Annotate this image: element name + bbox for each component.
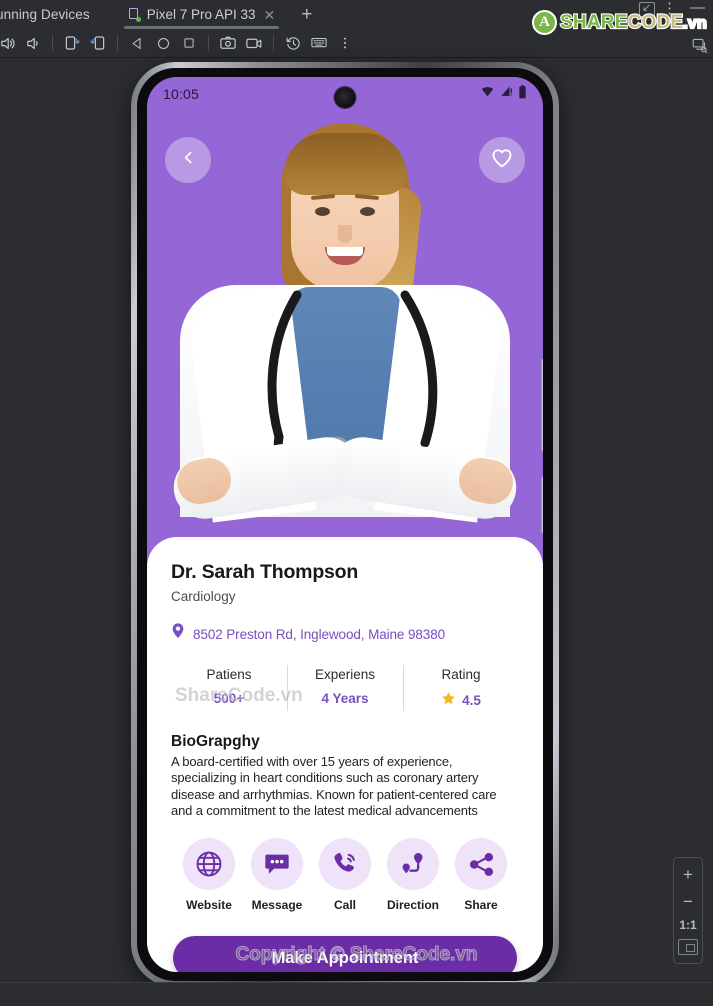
home-nav-icon[interactable] (150, 30, 176, 56)
close-icon[interactable]: ✕ (262, 8, 278, 22)
snapshot-icon[interactable] (691, 36, 709, 59)
tab-label: Pixel 7 Pro API 33 (146, 7, 256, 22)
stat-label: Patiens (206, 667, 252, 682)
stat-experience: Experiens 4 Years (287, 661, 403, 715)
more-options-button[interactable]: ⋮ (662, 0, 677, 17)
actual-size-button[interactable]: 1:1 (679, 918, 696, 932)
minimize-icon: — (690, 0, 705, 16)
action-label: Website (186, 898, 232, 912)
back-button[interactable] (165, 137, 211, 183)
emulator-toolbar (0, 29, 713, 58)
status-system-icons (480, 84, 527, 104)
address-row[interactable]: 8502 Preston Rd, Inglewood, Maine 98380 (171, 623, 519, 645)
quick-actions-row: Website Message Call Direction Share (171, 838, 519, 912)
record-icon[interactable] (241, 30, 267, 56)
tab-pixel-7-pro-api-33[interactable]: Pixel 7 Pro API 33 ✕ (117, 0, 286, 29)
stat-label: Rating (441, 667, 481, 682)
overview-nav-icon[interactable] (176, 30, 202, 56)
back-nav-icon[interactable] (124, 30, 150, 56)
emulator-window: unning Devices Pixel 7 Pro API 33 ✕ + ⋮ … (0, 0, 713, 1006)
collapse-icon (639, 1, 655, 17)
biography-text: A board-certified with over 15 years of … (171, 754, 497, 818)
message-bubble-icon (251, 838, 303, 890)
hero-background (147, 77, 543, 524)
volume-down-icon[interactable] (20, 30, 46, 56)
stat-label: Experiens (314, 667, 376, 682)
tab-strip: unning Devices Pixel 7 Pro API 33 ✕ + (0, 0, 713, 29)
minimize-window-button[interactable]: — (690, 0, 705, 16)
new-tab-icon[interactable]: + (301, 5, 312, 24)
stat-patients: Patiens 500+ (171, 661, 287, 715)
phone-call-icon (319, 838, 371, 890)
action-label: Call (333, 898, 356, 912)
biography-title: BioGrapghy (171, 733, 260, 750)
screenshot-icon[interactable] (215, 30, 241, 56)
action-message[interactable]: Message (243, 838, 311, 912)
action-call[interactable]: Call (311, 838, 379, 912)
stats-row: Patiens 500+ Experiens 4 Years Rating 4.… (171, 661, 519, 719)
rotate-right-icon[interactable] (85, 30, 111, 56)
make-appointment-button[interactable]: Make Appointment (173, 936, 517, 972)
back-chevron-icon (180, 149, 197, 171)
camera-punch-hole (334, 87, 356, 108)
rotate-left-icon[interactable] (59, 30, 85, 56)
page-title: Dr. Sarah Thompson (171, 561, 359, 583)
star-icon (441, 691, 456, 709)
action-label: Direction (386, 898, 439, 912)
address-text: 8502 Preston Rd, Inglewood, Maine 98380 (193, 626, 446, 642)
stat-value: 500+ (213, 691, 245, 706)
more-icon[interactable] (332, 30, 358, 56)
kebab-menu-icon: ⋮ (662, 0, 677, 17)
volume-up-icon[interactable] (0, 30, 20, 56)
action-website[interactable]: Website (175, 838, 243, 912)
fit-to-screen-icon[interactable] (678, 939, 698, 955)
history-icon[interactable] (280, 30, 306, 56)
directions-route-icon (387, 838, 439, 890)
device-screen-icon (128, 7, 141, 22)
device-frame: 10:05 Dr. Sarah Thompson Cardiology 8502… (131, 62, 559, 987)
rating-value: 4.5 (462, 692, 481, 708)
toolbar-divider (208, 35, 209, 51)
action-label: Share (464, 898, 498, 912)
action-direction[interactable]: Direction (379, 838, 447, 912)
bottom-status-bar (0, 982, 713, 1006)
doctor-detail-card: Dr. Sarah Thompson Cardiology 8502 Prest… (147, 537, 543, 972)
favorite-button[interactable] (479, 137, 525, 183)
toolbar-divider (117, 35, 118, 51)
battery-icon (518, 84, 527, 104)
cellular-alert-icon (499, 85, 514, 103)
wifi-icon (480, 85, 495, 103)
device-screen[interactable]: 10:05 Dr. Sarah Thompson Cardiology 8502… (147, 77, 543, 972)
globe-www-icon (183, 838, 235, 890)
heart-icon (491, 148, 513, 173)
keyboard-icon[interactable] (306, 30, 332, 56)
zoom-out-button[interactable]: − (676, 891, 700, 911)
doctor-portrait (147, 117, 543, 524)
device-bezel: 10:05 Dr. Sarah Thompson Cardiology 8502… (137, 68, 553, 981)
stat-value: 4 Years (321, 691, 369, 706)
stat-value-wrap: 4.5 (403, 691, 519, 709)
toolbar-divider (273, 35, 274, 51)
doctor-specialty: Cardiology (171, 589, 236, 604)
collapse-window-button[interactable] (639, 1, 655, 17)
stat-rating: Rating 4.5 (403, 661, 519, 715)
status-clock: 10:05 (163, 86, 200, 102)
toolbar-divider (52, 35, 53, 51)
location-pin-icon (171, 623, 185, 645)
share-nodes-icon (455, 838, 507, 890)
power-side-button[interactable] (541, 477, 543, 533)
panel-title: unning Devices (0, 7, 90, 22)
action-share[interactable]: Share (447, 838, 515, 912)
zoom-controls: + − 1:1 (673, 857, 703, 964)
zoom-in-button[interactable]: + (676, 864, 700, 884)
volume-side-button[interactable] (541, 359, 543, 451)
action-label: Message (251, 898, 303, 912)
